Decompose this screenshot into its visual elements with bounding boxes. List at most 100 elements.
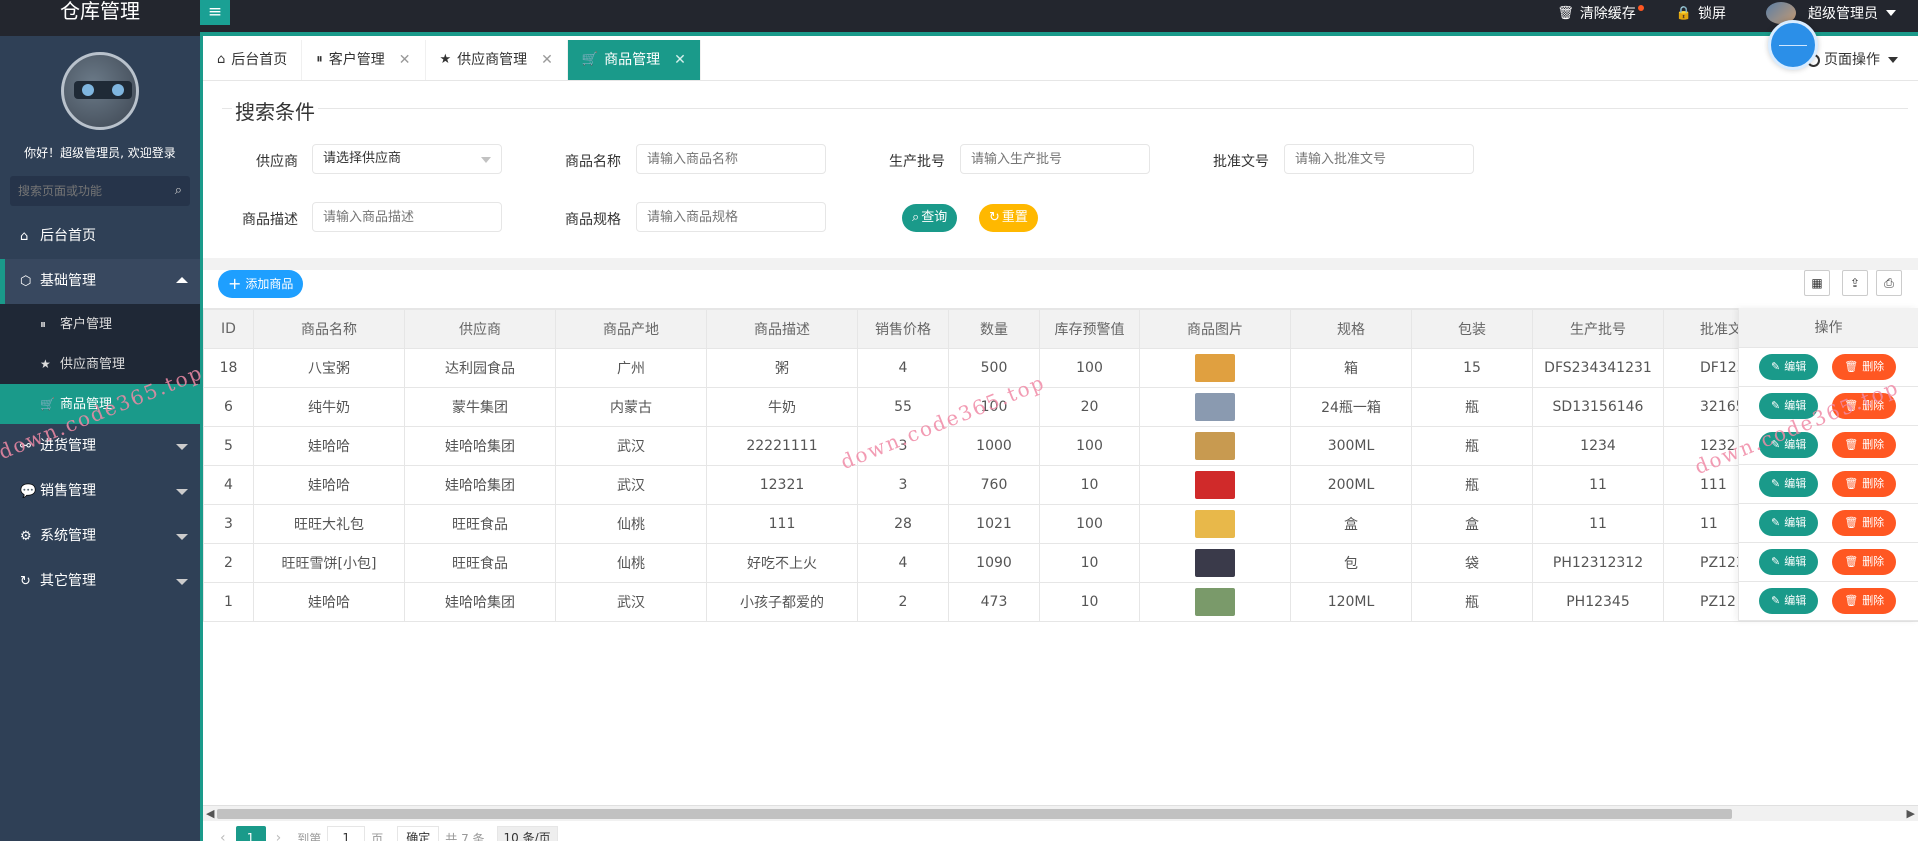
page-size-select[interactable]: 10 条/页 — [496, 826, 558, 841]
add-goods-button[interactable]: + 添加商品 — [218, 270, 304, 298]
scroll-left-icon[interactable]: ◀ — [206, 807, 214, 820]
edit-button[interactable]: ✎ 编辑 — [1759, 549, 1819, 575]
sidebar-item-other[interactable]: ↻ 其它管理 — [0, 559, 200, 604]
page-operations-button[interactable]: 页面操作 — [1807, 40, 1898, 80]
column-header[interactable]: 商品描述 — [706, 309, 858, 349]
cell-warn: 100 — [1039, 426, 1140, 466]
next-page-icon[interactable]: › — [276, 830, 282, 841]
desc-input[interactable] — [312, 202, 502, 232]
sidebar-item-basic[interactable]: ⬡ 基础管理 — [0, 259, 200, 304]
goods-image-cell — [1139, 426, 1291, 466]
table-row[interactable]: 6 纯牛奶 蒙牛集团 内蒙古 牛奶 55 100 20 24瓶一箱瓶 SD13156146 3216… — [203, 387, 1918, 427]
table-row[interactable]: 18 八宝粥 达利园食品 广州粥 4 500 100 箱 15 DFS234341231 DF123… — [203, 348, 1918, 388]
cell-price: 28 — [857, 504, 949, 544]
supplier-select-value: 请选择供应商 — [323, 151, 402, 166]
edit-button[interactable]: ✎ 编辑 — [1759, 588, 1819, 614]
sidebar-search-input[interactable] — [10, 176, 160, 206]
hamburger-icon[interactable]: ≡ — [200, 0, 230, 25]
scrollbar-thumb[interactable] — [217, 809, 1732, 819]
confirm-page-button[interactable]: 确定 — [397, 826, 440, 841]
spec-input[interactable] — [636, 202, 826, 232]
approval-input[interactable] — [1284, 144, 1474, 174]
delete-button[interactable]: 🗑 删除 — [1832, 432, 1897, 458]
delete-button[interactable]: 🗑 删除 — [1832, 471, 1897, 497]
cell-pack: 盒 — [1411, 504, 1533, 544]
delete-label: 删除 — [1862, 477, 1885, 490]
edit-button[interactable]: ✎ 编辑 — [1759, 510, 1819, 536]
column-header[interactable]: 生产批号 — [1532, 309, 1664, 349]
goods-thumbnail[interactable] — [1195, 432, 1235, 460]
delete-button[interactable]: 🗑 删除 — [1832, 549, 1897, 575]
column-header[interactable]: 数量 — [948, 309, 1040, 349]
table-row[interactable]: 3 旺旺大礼包 旺旺食品 仙桃 111 28 1021 100 盒盒 11 11 — [203, 504, 1918, 544]
cell-price: 2 — [857, 582, 949, 622]
column-header[interactable]: 销售价格 — [857, 309, 949, 349]
goods-image-cell — [1139, 465, 1291, 505]
goods-thumbnail[interactable] — [1195, 354, 1235, 382]
tab-customers[interactable]: ⏸ 客户管理 ✕ — [302, 40, 426, 80]
sidebar-item-home[interactable]: ⌂ 后台首页 — [0, 214, 200, 259]
sidebar-item-system[interactable]: ⚙ 系统管理 — [0, 514, 200, 559]
edit-label: 编辑 — [1784, 477, 1807, 490]
section-separator — [203, 258, 1918, 270]
column-header[interactable]: 包装 — [1411, 309, 1533, 349]
query-button[interactable]: ⌕ 查询 — [902, 204, 958, 232]
floating-assistant-button[interactable] — [1768, 20, 1818, 70]
delete-button[interactable]: 🗑 删除 — [1832, 354, 1897, 380]
current-page[interactable]: 1 — [235, 826, 266, 841]
tab-suppliers[interactable]: ★ 供应商管理 ✕ — [426, 40, 568, 80]
clear-cache-button[interactable]: 🗑 清除缓存 — [1557, 3, 1644, 23]
close-icon[interactable]: ✕ — [399, 40, 411, 80]
horizontal-scrollbar[interactable]: ◀ ▶ — [203, 805, 1918, 821]
columns-filter-icon[interactable]: ▦ — [1804, 270, 1830, 296]
column-header[interactable]: 商品名称 — [253, 309, 405, 349]
sidebar-item-label: 其它管理 — [40, 573, 96, 589]
cell-qty: 1021 — [948, 504, 1040, 544]
column-header[interactable]: 供应商 — [404, 309, 556, 349]
name-input[interactable] — [636, 144, 826, 174]
column-header[interactable]: ID — [203, 309, 254, 349]
close-icon[interactable]: ✕ — [674, 40, 686, 80]
export-icon[interactable]: ⇪ — [1842, 270, 1868, 296]
reset-button[interactable]: ↻ 重置 — [979, 204, 1038, 232]
print-icon[interactable]: ⎙ — [1876, 270, 1902, 296]
sidebar-item-label: 销售管理 — [40, 483, 96, 499]
supplier-select[interactable]: 请选择供应商 — [312, 144, 502, 174]
delete-button[interactable]: 🗑 删除 — [1832, 510, 1897, 536]
goods-thumbnail[interactable] — [1195, 393, 1235, 421]
tab-label: 客户管理 — [328, 52, 385, 68]
edit-button[interactable]: ✎ 编辑 — [1759, 354, 1819, 380]
sidebar-item-sales[interactable]: 💬 销售管理 — [0, 469, 200, 514]
fieldset-divider — [222, 108, 1908, 109]
goods-thumbnail[interactable] — [1195, 549, 1235, 577]
column-header[interactable]: 库存预警值 — [1039, 309, 1140, 349]
close-icon[interactable]: ✕ — [541, 40, 553, 80]
edit-label: 编辑 — [1784, 594, 1807, 607]
tab-goods[interactable]: 🛒 商品管理 ✕ — [567, 40, 701, 80]
batch-input[interactable] — [960, 144, 1150, 174]
search-icon: ⌕ — [912, 210, 920, 225]
goods-thumbnail[interactable] — [1195, 588, 1235, 616]
prev-page-icon[interactable]: ‹ — [220, 830, 226, 841]
table-row[interactable]: 1 娃哈哈 娃哈哈集团 武汉 小孩子都爱的 2 473 10 120ML 瓶 PH12345 PZ12 — [203, 582, 1918, 622]
lock-icon: 🔒 — [1675, 5, 1692, 21]
column-header[interactable]: 商品产地 — [555, 309, 707, 349]
cell-batch: DFS234341231 — [1532, 348, 1664, 388]
edit-button[interactable]: ✎ 编辑 — [1759, 471, 1819, 497]
lock-screen-button[interactable]: 🔒 锁屏 — [1676, 3, 1726, 23]
chevron-down-icon — [176, 489, 188, 495]
tab-label: 供应商管理 — [457, 52, 528, 68]
scroll-right-icon[interactable]: ▶ — [1907, 807, 1915, 820]
sidebar-item-customers[interactable]: ⏸ 客户管理 — [0, 304, 200, 344]
table-row[interactable]: 4 娃哈哈 娃哈哈集团 武汉 12321 3 760 10 200ML 瓶 11 111 — [203, 465, 1918, 505]
goods-thumbnail[interactable] — [1195, 471, 1235, 499]
delete-button[interactable]: 🗑 删除 — [1832, 588, 1897, 614]
table-row[interactable]: 5 娃哈哈 娃哈哈集团 武汉 22221111 3 1000 100 300ML 瓶 1234 123… — [203, 426, 1918, 466]
column-header[interactable]: 规格 — [1290, 309, 1412, 349]
tab-home[interactable]: ⌂ 后台首页 — [203, 40, 303, 80]
table-row[interactable]: 2 旺旺雪饼[小包] 旺旺食品 仙桃 好吃不上火 4 1090 10 包袋 PH12312312 P… — [203, 543, 1918, 583]
goods-thumbnail[interactable] — [1195, 510, 1235, 538]
search-icon[interactable]: ⌕ — [175, 183, 182, 198]
column-header[interactable]: 商品图片 — [1139, 309, 1291, 349]
page-number-input[interactable]: 1 — [327, 826, 366, 841]
